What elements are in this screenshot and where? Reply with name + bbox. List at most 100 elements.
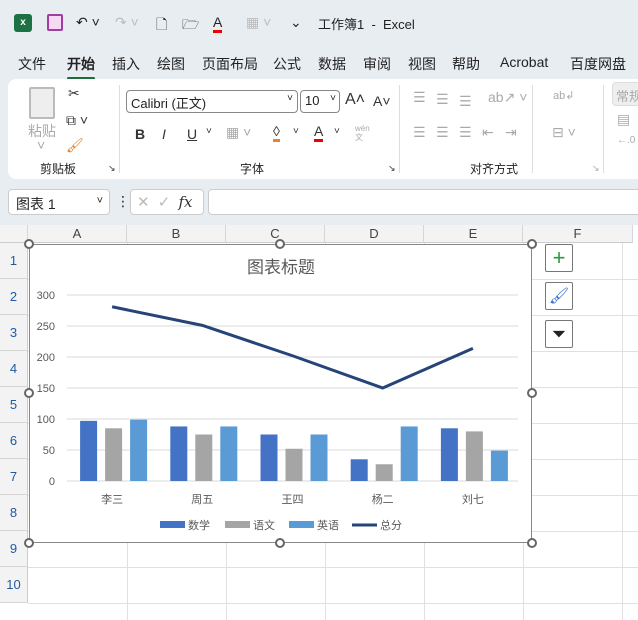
resize-handle[interactable] bbox=[527, 538, 537, 548]
font-color-icon[interactable]: A bbox=[213, 14, 223, 33]
top-align-icon[interactable]: ☰ bbox=[413, 89, 426, 106]
fill-color-icon[interactable]: ◊ bbox=[273, 123, 280, 142]
paste-dropdown-icon[interactable]: ˅ bbox=[37, 137, 45, 153]
align-center-icon[interactable]: ☰ bbox=[436, 124, 449, 141]
font-color-button[interactable]: A bbox=[314, 123, 324, 142]
open-folder-icon[interactable]: 🗁 bbox=[182, 14, 199, 38]
format-painter-icon[interactable]: 🖌 bbox=[66, 137, 84, 154]
bar-英语 bbox=[220, 426, 238, 481]
chart-filters-button[interactable]: ⏷ bbox=[545, 320, 573, 348]
number-format-select[interactable]: 常规 bbox=[612, 82, 638, 106]
orientation-icon[interactable]: ab↗ ˅ bbox=[488, 89, 527, 106]
bold-button[interactable]: B bbox=[135, 126, 145, 142]
merge-center-icon[interactable]: ⊟ ˅ bbox=[552, 124, 576, 141]
undo-icon[interactable]: ↶ ˅ bbox=[76, 14, 100, 31]
row-header-9[interactable]: 9 bbox=[0, 531, 28, 567]
name-box-dropdown-icon[interactable]: ˅ bbox=[97, 195, 103, 207]
new-file-icon[interactable]: 🗋 bbox=[156, 14, 167, 38]
decimal-icon[interactable]: ←.0 bbox=[617, 135, 635, 146]
currency-icon[interactable]: ▤ bbox=[617, 111, 630, 128]
font-name-select[interactable]: Calibri (正文) ˅ bbox=[126, 90, 298, 113]
customize-icon[interactable]: ⌄ bbox=[290, 14, 302, 31]
tab-draw[interactable]: 绘图 bbox=[157, 54, 185, 74]
cut-icon[interactable]: ✂ bbox=[68, 85, 80, 102]
table-icon[interactable]: ▦ ˅ bbox=[246, 14, 271, 31]
chart-styles-button[interactable]: 🖌 bbox=[545, 282, 573, 310]
grow-font-icon[interactable]: A˄ bbox=[345, 91, 365, 109]
align-left-icon[interactable]: ☰ bbox=[413, 124, 426, 141]
save-icon[interactable] bbox=[47, 14, 63, 31]
tab-help[interactable]: 帮助 bbox=[452, 54, 480, 74]
cancel-icon[interactable]: ✕ bbox=[137, 194, 150, 211]
fill-dropdown-icon[interactable]: ˅ bbox=[293, 126, 299, 137]
column-header-F[interactable]: F bbox=[523, 225, 633, 243]
resize-handle[interactable] bbox=[527, 239, 537, 249]
bar-数学 bbox=[260, 434, 278, 481]
more-icon[interactable]: ⋮ bbox=[116, 193, 130, 210]
resize-handle[interactable] bbox=[24, 538, 34, 548]
row-header-2[interactable]: 2 bbox=[0, 279, 28, 315]
font-color-dropdown-icon[interactable]: ˅ bbox=[334, 126, 340, 137]
name-box[interactable]: 图表 1 ˅ bbox=[8, 189, 110, 215]
tab-baidu[interactable]: 百度网盘 bbox=[570, 54, 626, 74]
tab-file[interactable]: 文件 bbox=[18, 54, 46, 74]
row-header-7[interactable]: 7 bbox=[0, 459, 28, 495]
font-size-select[interactable]: 10 ˅ bbox=[300, 90, 340, 113]
redo-icon[interactable]: ↷ ˅ bbox=[115, 14, 139, 31]
tab-acrobat[interactable]: Acrobat bbox=[500, 54, 548, 70]
bar-数学 bbox=[80, 420, 98, 481]
copy-icon[interactable]: ⧉ ˅ bbox=[66, 112, 88, 129]
align-right-icon[interactable]: ☰ bbox=[459, 124, 472, 141]
tab-formulas[interactable]: 公式 bbox=[273, 54, 301, 74]
enter-icon[interactable]: ✓ bbox=[158, 194, 171, 211]
insert-function-button[interactable]: fx bbox=[179, 193, 193, 211]
chart[interactable]: 图表标题 0 50 100 150 200 250 300 李三 周五 王四 杨二 刘七 数学 语文 英语 总分 bbox=[29, 244, 532, 543]
resize-handle[interactable] bbox=[275, 538, 285, 548]
row-header-4[interactable]: 4 bbox=[0, 351, 28, 387]
column-header-A[interactable]: A bbox=[28, 225, 127, 243]
row-header-1[interactable]: 1 bbox=[0, 243, 28, 279]
increase-indent-icon[interactable]: ⇥ bbox=[505, 124, 517, 141]
row-header-10[interactable]: 10 bbox=[0, 567, 28, 603]
formula-input[interactable] bbox=[208, 189, 638, 215]
legend-label: 语文 bbox=[253, 518, 275, 532]
underline-button[interactable]: U bbox=[187, 126, 197, 142]
y-tick-label: 50 bbox=[43, 445, 55, 457]
paste-icon[interactable] bbox=[29, 87, 55, 119]
wrap-text-icon[interactable]: ab↲ bbox=[553, 89, 574, 102]
underline-dropdown-icon[interactable]: ˅ bbox=[206, 126, 212, 137]
tab-home[interactable]: 开始 bbox=[67, 54, 95, 80]
bar-语文 bbox=[285, 448, 303, 481]
column-header-B[interactable]: B bbox=[127, 225, 226, 243]
bar-数学 bbox=[440, 428, 458, 481]
y-tick-label: 100 bbox=[37, 414, 55, 426]
phonetic-icon[interactable]: wén 文 bbox=[355, 124, 370, 142]
resize-handle[interactable] bbox=[275, 239, 285, 249]
italic-button[interactable]: I bbox=[162, 126, 166, 142]
y-tick-label: 250 bbox=[37, 321, 55, 333]
tab-view[interactable]: 视图 bbox=[408, 54, 436, 74]
row-header-3[interactable]: 3 bbox=[0, 315, 28, 351]
bottom-align-icon[interactable]: ☰ bbox=[459, 93, 472, 110]
y-tick-label: 150 bbox=[37, 383, 55, 395]
shrink-font-icon[interactable]: A˅ bbox=[373, 93, 391, 109]
tab-data[interactable]: 数据 bbox=[318, 54, 346, 74]
dialog-launcher-icon[interactable]: ↘ bbox=[108, 163, 116, 174]
row-header-6[interactable]: 6 bbox=[0, 423, 28, 459]
tab-review[interactable]: 审阅 bbox=[363, 54, 391, 74]
dialog-launcher-icon[interactable]: ↘ bbox=[592, 163, 600, 174]
borders-icon[interactable]: ▦ ˅ bbox=[226, 124, 251, 141]
middle-align-icon[interactable]: ☰ bbox=[436, 91, 449, 108]
resize-handle[interactable] bbox=[24, 388, 34, 398]
resize-handle[interactable] bbox=[24, 239, 34, 249]
window-title: 工作簿1 - Excel bbox=[318, 17, 415, 32]
decrease-indent-icon[interactable]: ⇤ bbox=[482, 124, 494, 141]
row-header-8[interactable]: 8 bbox=[0, 495, 28, 531]
chart-elements-button[interactable]: + bbox=[545, 244, 573, 272]
tab-insert[interactable]: 插入 bbox=[112, 54, 140, 74]
tab-page-layout[interactable]: 页面布局 bbox=[202, 54, 258, 74]
column-header-E[interactable]: E bbox=[424, 225, 523, 243]
column-header-D[interactable]: D bbox=[325, 225, 424, 243]
dialog-launcher-icon[interactable]: ↘ bbox=[388, 163, 396, 174]
resize-handle[interactable] bbox=[527, 388, 537, 398]
